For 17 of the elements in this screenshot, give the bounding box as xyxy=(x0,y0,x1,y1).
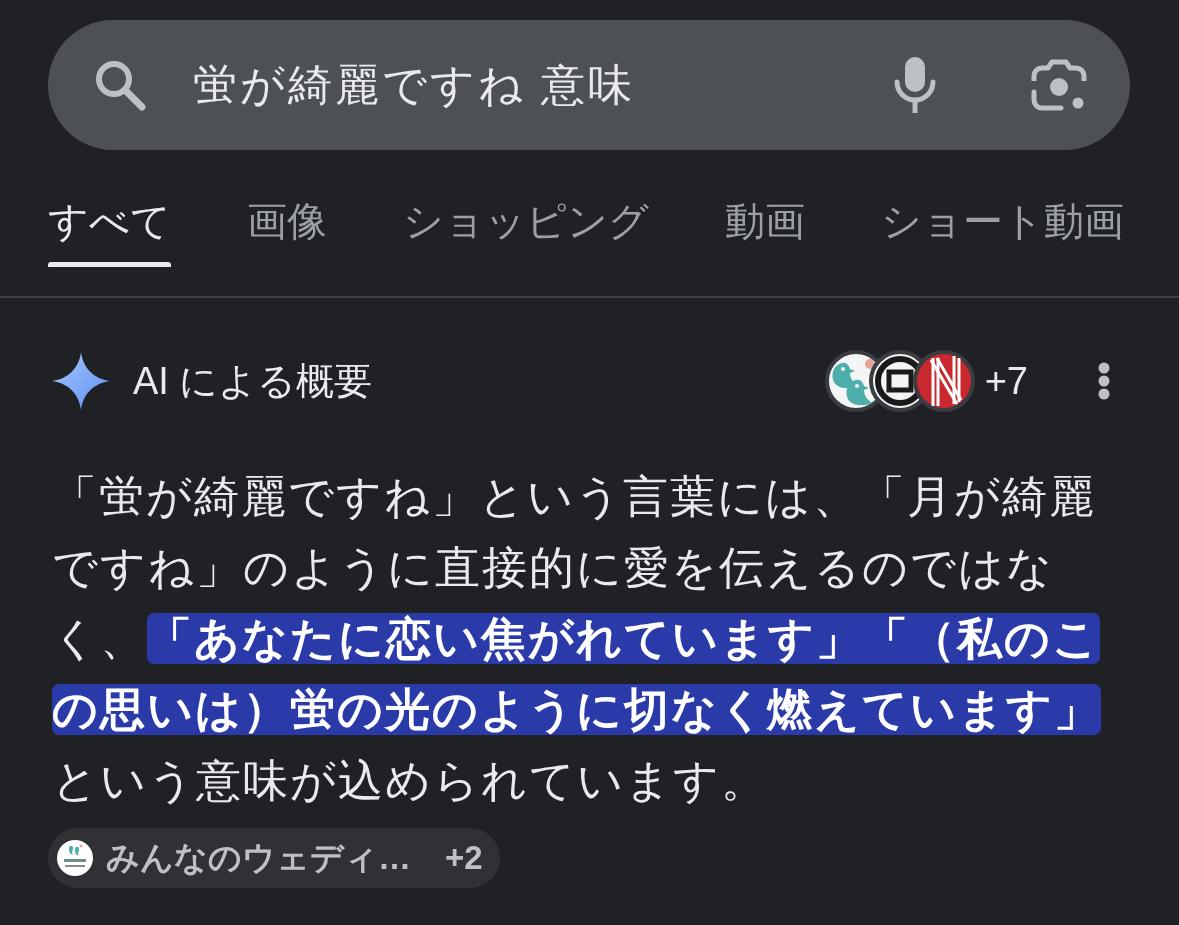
source-count: +7 xyxy=(984,359,1028,403)
more-options-icon[interactable] xyxy=(1098,362,1110,400)
summary-text: 「蛍が綺麗ですね」という言葉には、「月が綺麗ですね」のように直接的に愛を伝えるのではなく、「あなたに恋い焦がれています」「（私のこの思いは）蛍の光のように切なく燃えています」という意味が込められています。 xyxy=(51,470,1102,808)
stripes-avatar-icon xyxy=(912,350,975,412)
search-tab[interactable]: 動画 xyxy=(725,150,805,267)
search-input[interactable]: 蛍が綺麗ですね 意味 xyxy=(193,60,874,110)
search-tab[interactable]: ショート動画 xyxy=(881,150,1124,267)
microphone-icon[interactable] xyxy=(894,57,936,113)
search-tab[interactable]: 画像 xyxy=(247,150,327,267)
sparkle-icon xyxy=(52,352,110,410)
source-chip[interactable]: みんなのウェディ… +2 xyxy=(48,828,500,888)
search-icon xyxy=(93,58,147,112)
search-tab[interactable]: すべて xyxy=(48,150,171,267)
site-logo-icon xyxy=(57,840,93,876)
overview-title: AI による概要 xyxy=(133,358,373,404)
camera-search-icon[interactable] xyxy=(1031,59,1087,111)
search-tab[interactable]: ショッピング xyxy=(403,150,649,267)
